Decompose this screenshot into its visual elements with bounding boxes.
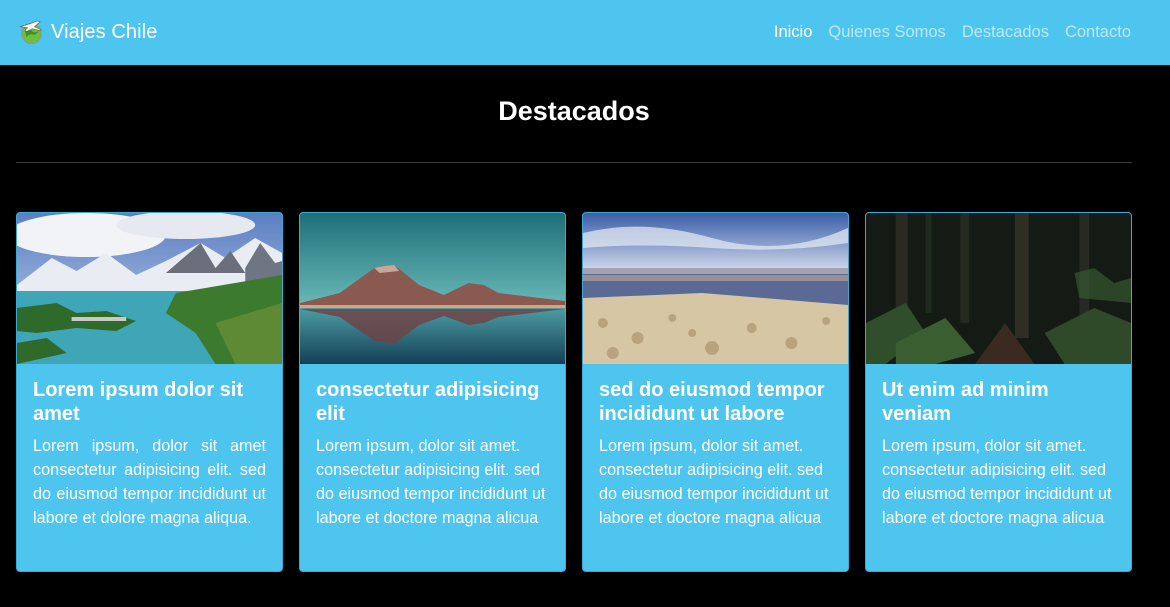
card-text: Lorem ipsum, dolor sit amet. consectetur… <box>599 437 829 527</box>
card-text: Lorem ipsum, dolor sit amet. consectetur… <box>882 437 1112 527</box>
card-3[interactable]: sed do eiusmod tempor incididunt ut labo… <box>582 212 849 572</box>
forest-ferns-image <box>866 213 1131 364</box>
card-1[interactable]: Lorem ipsum dolor sit amet Lorem ipsum, … <box>16 212 283 572</box>
card-title: consectetur adipisicing elit <box>316 379 540 425</box>
card-2[interactable]: consectetur adipisicing elit Lorem ipsum… <box>299 212 566 572</box>
brand-name: Viajes Chile <box>51 21 158 43</box>
volcano-reflection-image <box>300 213 565 364</box>
salt-flat-lagoon-image <box>583 213 848 364</box>
card-title: Lorem ipsum dolor sit amet <box>33 379 244 425</box>
card-text: Lorem ipsum, dolor sit amet. consectetur… <box>316 437 546 527</box>
brand-link[interactable]: Viajes Chile <box>18 19 157 46</box>
section-title: Destacados <box>498 96 650 126</box>
navbar: Viajes Chile Inicio Quienes Somos Destac… <box>0 0 1170 65</box>
nav-link-inicio[interactable]: Inicio <box>774 23 813 42</box>
section-divider <box>16 162 1132 163</box>
card-4[interactable]: Ut enim ad minim veniam Lorem ipsum, dol… <box>865 212 1132 572</box>
nav-link-quienes-somos[interactable]: Quienes Somos <box>828 23 945 42</box>
card-title: Ut enim ad minim veniam <box>882 379 1049 425</box>
globe-plane-icon <box>19 20 42 44</box>
nav-link-destacados[interactable]: Destacados <box>962 23 1049 42</box>
card-title: sed do eiusmod tempor incididunt ut labo… <box>599 379 825 425</box>
patagonia-lake-mountains-image <box>17 213 282 364</box>
nav-links: Inicio Quienes Somos Destacados Contacto <box>758 0 1131 65</box>
card-text: Lorem ipsum, dolor sit amet consectetur … <box>33 437 266 527</box>
nav-link-contacto[interactable]: Contacto <box>1065 23 1131 42</box>
